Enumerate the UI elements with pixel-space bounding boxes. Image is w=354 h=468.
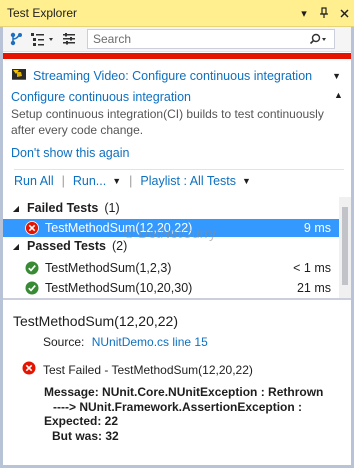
ci-description: Setup continuous integration(CI) builds …	[11, 106, 341, 138]
group-by-icon[interactable]	[8, 29, 26, 49]
test-name: TestMethodSum(10,20,30)	[45, 281, 193, 295]
settings-icon[interactable]	[60, 29, 78, 49]
separator: |	[129, 174, 133, 188]
failure-summary: Test Failed - TestMethodSum(12,20,22)	[22, 361, 253, 378]
ci-description-line-2: after every code change.	[11, 123, 144, 137]
dont-show-again-link[interactable]: Don't show this again	[11, 146, 129, 160]
scrollbar-thumb[interactable]	[342, 207, 348, 285]
test-row[interactable]: TestMethodSum(12,20,22) 9 ms	[3, 219, 339, 237]
test-duration: 21 ms	[296, 281, 331, 295]
run-all-button[interactable]: Run All	[14, 174, 54, 188]
message-line-4: But was: 32	[52, 428, 119, 443]
expand-caret-icon[interactable]: ▼	[332, 71, 341, 81]
pin-icon[interactable]	[314, 3, 334, 23]
test-duration: 9 ms	[303, 221, 331, 235]
playlist-button[interactable]: Playlist : All Tests	[140, 174, 236, 188]
test-name: TestMethodSum(1,2,3)	[45, 261, 172, 275]
detail-title: TestMethodSum(12,20,22)	[13, 313, 178, 329]
ci-description-line-1: Setup continuous integration(CI) builds …	[11, 107, 324, 121]
failed-tests-group[interactable]: ◢ Failed Tests (1)	[3, 201, 120, 215]
source-line: Source: NUnitDemo.cs line 15	[43, 335, 208, 349]
collapse-caret-icon[interactable]: ▲	[334, 90, 343, 100]
group-count: (1)	[104, 201, 120, 215]
collapse-triangle-icon[interactable]: ◢	[9, 204, 23, 213]
run-dropdown-icon[interactable]: ▼	[112, 176, 121, 186]
source-label: Source:	[43, 335, 85, 349]
group-name: Failed Tests	[27, 201, 99, 215]
run-menu-button[interactable]: Run...	[73, 174, 106, 188]
search-input[interactable]	[93, 32, 304, 46]
passed-icon	[25, 281, 39, 295]
ci-title-link[interactable]: Configure continuous integration	[11, 90, 191, 104]
window-title: Test Explorer	[7, 6, 78, 20]
video-icon	[11, 67, 27, 84]
search-box[interactable]	[87, 29, 335, 49]
search-icon[interactable]	[304, 33, 334, 45]
close-icon[interactable]	[334, 3, 354, 23]
passed-tests-group[interactable]: ◢ Passed Tests (2)	[3, 239, 127, 253]
pane-splitter[interactable]	[3, 298, 351, 300]
list-view-icon[interactable]	[29, 29, 57, 49]
message-line-1: Message: NUnit.Core.NUnitException : Ret…	[44, 385, 324, 399]
test-row[interactable]: TestMethodSum(10,20,30) 21 ms	[3, 279, 339, 297]
source-link[interactable]: NUnitDemo.cs line 15	[92, 335, 208, 349]
separator: |	[61, 174, 65, 188]
message-line-3: Expected: 22	[44, 414, 119, 428]
failure-message: Message: NUnit.Core.NUnitException : Ret…	[44, 385, 323, 443]
run-bar: Run All | Run... ▼ | Playlist : All Test…	[14, 174, 251, 188]
collapse-triangle-icon[interactable]: ◢	[9, 242, 23, 251]
dropdown-icon[interactable]: ▾	[294, 3, 314, 23]
passed-icon	[25, 261, 39, 275]
test-row[interactable]: TestMethodSum(1,2,3) < 1 ms	[3, 259, 339, 277]
failed-icon	[22, 361, 36, 378]
playlist-dropdown-icon[interactable]: ▼	[242, 176, 251, 186]
test-duration: < 1 ms	[293, 261, 331, 275]
streaming-video-label: Streaming Video: Configure continuous in…	[33, 68, 313, 83]
test-name: TestMethodSum(12,20,22)	[45, 221, 193, 235]
message-line-2: ----> NUnit.Framework.AssertionException…	[53, 399, 303, 414]
tree-scrollbar[interactable]	[339, 197, 351, 298]
group-name: Passed Tests	[27, 239, 106, 253]
streaming-video-link[interactable]: Streaming Video: Configure continuous in…	[11, 67, 341, 84]
toolbar	[3, 27, 351, 52]
failed-icon	[25, 221, 39, 235]
failure-text: Test Failed - TestMethodSum(12,20,22)	[43, 362, 253, 377]
failed-status-bar	[3, 53, 351, 59]
group-count: (2)	[111, 239, 128, 253]
divider	[14, 169, 344, 170]
title-bar: Test Explorer ▾	[0, 0, 354, 27]
